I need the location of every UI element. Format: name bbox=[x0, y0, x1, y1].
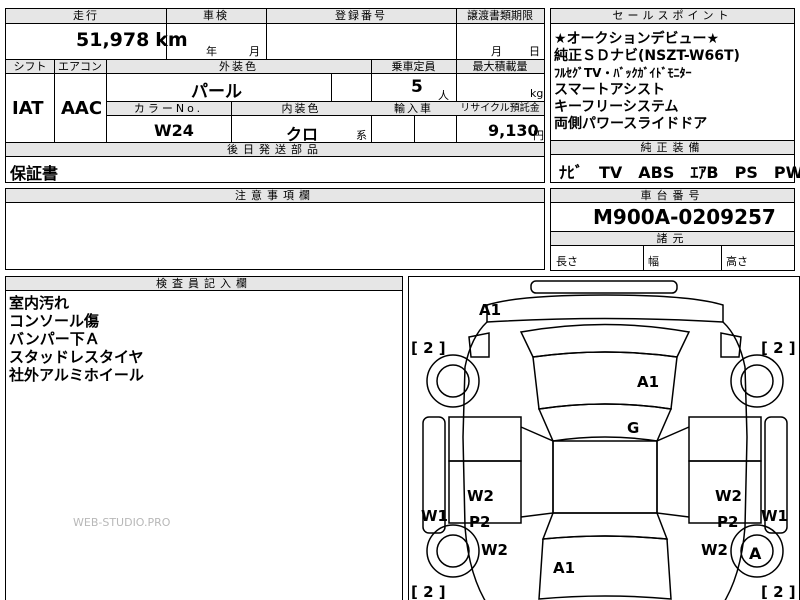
sales-point-item: ﾌﾙｾｸﾞTV・ﾊﾞｯｸｶﾞｲﾄﾞﾓﾆﾀｰ bbox=[554, 66, 692, 80]
equipment-header: 純正装備 bbox=[640, 141, 705, 154]
inspector-line: 室内汚れ bbox=[9, 294, 70, 312]
shift-value: IAT bbox=[12, 98, 44, 119]
interior-color-value: クロ bbox=[286, 125, 319, 144]
color-no-header: カラーNo. bbox=[133, 102, 204, 115]
shift-header: シフト bbox=[13, 60, 47, 73]
reg-no-header: 登録番号 bbox=[335, 9, 387, 22]
sales-point-item: スマートアシスト bbox=[554, 82, 666, 98]
mileage-unit: km bbox=[155, 29, 188, 51]
mark-rear-a1: A1 bbox=[553, 559, 576, 577]
exterior-header: 外装色 bbox=[219, 60, 258, 73]
load-unit: kg bbox=[530, 87, 544, 100]
inspection-year: 年 bbox=[206, 45, 217, 58]
mark-left-door-w2: W2 bbox=[467, 487, 494, 505]
length-label: 長さ bbox=[556, 255, 578, 268]
import-header: 輸入車 bbox=[394, 102, 433, 115]
tire-front-right-count: [ 2 ] bbox=[761, 339, 796, 357]
mark-right-rear-w2: W2 bbox=[701, 541, 728, 559]
inspection-month: 月 bbox=[249, 45, 260, 58]
exterior-color-value: パール bbox=[191, 82, 242, 102]
capacity-header: 乗車定員 bbox=[391, 60, 436, 73]
equipment-value: ﾅﾋﾞ TV ABS ｴｱB PS PW bbox=[559, 163, 800, 182]
chassis-box: 車台番号 M900A-0209257 諸元 長さ 幅 高さ bbox=[550, 188, 795, 271]
inspector-list: 室内汚れ コンソール傷 バンパー下Ａ スタッドレスタイヤ 社外アルミホイール bbox=[9, 294, 144, 384]
inspector-line: 社外アルミホイール bbox=[9, 366, 144, 384]
watermark: WEB-STUDIO.PRO bbox=[73, 516, 171, 529]
recycle-header: リサイクル預託金 bbox=[460, 103, 540, 114]
later-parts-value: 保証書 bbox=[10, 164, 59, 183]
mileage-value: 51,978 km bbox=[76, 29, 188, 51]
inspector-line: コンソール傷 bbox=[9, 312, 100, 330]
tire-rear-right-count: [ 2 ] bbox=[761, 583, 796, 600]
mileage-header: 走行 bbox=[73, 9, 99, 22]
spec-table: 走行 車検 登録番号 譲渡書類期限 51,978 km 年 月 月 日 シフト … bbox=[5, 8, 545, 144]
width-label: 幅 bbox=[648, 255, 659, 268]
interior-header: 内装色 bbox=[281, 102, 321, 115]
interior-suffix: 系 bbox=[356, 129, 367, 142]
height-label: 高さ bbox=[726, 255, 748, 268]
max-load-header: 最大積載量 bbox=[472, 60, 528, 73]
transfer-day: 日 bbox=[529, 45, 540, 58]
sales-points-box: セールスポイント ★オークションデビュー★ 純正ＳＤナビ(NSZT-W66T) … bbox=[550, 8, 795, 141]
mark-front-a1: A1 bbox=[479, 301, 502, 319]
sales-point-item: 両側パワースライドドア bbox=[554, 116, 708, 132]
dimensions-header: 諸元 bbox=[656, 232, 689, 245]
mark-left-door-p2: P2 bbox=[469, 513, 491, 531]
inspector-line: スタッドレスタイヤ bbox=[9, 348, 144, 366]
inspection-header: 車検 bbox=[203, 9, 229, 22]
mark-roof-g: G bbox=[627, 419, 640, 437]
sales-point-item: 純正ＳＤナビ(NSZT-W66T) bbox=[554, 48, 740, 64]
recycle-unit: 円 bbox=[533, 129, 544, 142]
mark-right-w1: W1 bbox=[761, 507, 788, 525]
tire-front-left-count: [ 2 ] bbox=[411, 339, 446, 357]
transfer-deadline-header: 譲渡書類期限 bbox=[467, 9, 533, 22]
car-diagram-outline bbox=[422, 280, 788, 600]
aircon-header: エアコン bbox=[58, 60, 102, 73]
mark-right-door-p2: P2 bbox=[717, 513, 739, 531]
capacity-value: 5 bbox=[411, 77, 423, 97]
sales-points-header: セールスポイント bbox=[612, 9, 733, 22]
later-parts-header: 後日発送部品 bbox=[227, 143, 323, 156]
color-no-value: W24 bbox=[154, 121, 194, 140]
chassis-header: 車台番号 bbox=[640, 189, 705, 202]
notes-box: 注意事項欄 bbox=[5, 188, 545, 270]
inspector-header: 検査員記入欄 bbox=[156, 277, 252, 290]
car-diagram-box: A1 A1 G A1 W2 P2 W2 W1 W2 P2 W2 W1 A [ 2… bbox=[408, 276, 800, 600]
recycle-fee-value: 9,130 bbox=[488, 121, 539, 140]
equipment-box: 純正装備 ﾅﾋﾞ TV ABS ｴｱB PS PW bbox=[550, 141, 800, 183]
mark-left-rear-w2: W2 bbox=[481, 541, 508, 559]
transfer-month: 月 bbox=[491, 45, 502, 58]
aircon-value: AAC bbox=[61, 98, 103, 119]
inspector-line: バンパー下Ａ bbox=[9, 330, 100, 348]
sales-point-item: キーフリーシステム bbox=[554, 99, 679, 115]
sales-point-item: ★オークションデビュー★ bbox=[554, 31, 720, 47]
inspector-box: 検査員記入欄 室内汚れ コンソール傷 バンパー下Ａ スタッドレスタイヤ 社外アル… bbox=[5, 276, 403, 600]
mark-right-wheel-a: A bbox=[749, 544, 762, 563]
mark-hood-a1: A1 bbox=[637, 373, 660, 391]
mark-left-w1: W1 bbox=[421, 507, 448, 525]
mark-right-door-w2: W2 bbox=[715, 487, 742, 505]
notes-header: 注意事項欄 bbox=[235, 189, 315, 202]
chassis-number: M900A-0209257 bbox=[593, 205, 776, 229]
sales-points-list: ★オークションデビュー★ 純正ＳＤナビ(NSZT-W66T) ﾌﾙｾｸﾞTV・ﾊ… bbox=[554, 31, 740, 133]
tire-rear-left-count: [ 2 ] bbox=[411, 583, 446, 600]
later-parts-box: 後日発送部品 保証書 bbox=[5, 143, 545, 183]
